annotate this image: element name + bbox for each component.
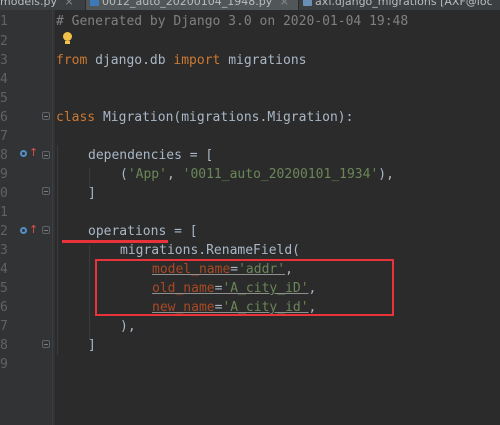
code-line-3: from django.db import migrations <box>56 53 307 68</box>
code-line-10: ] <box>88 186 96 201</box>
code-line-12: operations = [ <box>88 224 198 239</box>
code-line-17: ), <box>120 319 136 334</box>
indent-guide <box>57 145 58 355</box>
lightbulb-icon[interactable] <box>62 32 73 46</box>
annotation-highlight-box <box>95 259 394 316</box>
code-line-1: # Generated by Django 3.0 on 2020-01-04 … <box>56 14 409 29</box>
code-line-9: ('App', '0011_auto_20200101_1934'), <box>120 167 394 182</box>
code-editor[interactable]: # Generated by Django 3.0 on 2020-01-04 … <box>0 0 500 425</box>
code-line-18: ] <box>88 338 96 353</box>
code-line-13: migrations.RenameField( <box>120 243 301 258</box>
indent-guide <box>89 245 90 340</box>
annotation-underline <box>62 240 168 243</box>
code-line-8: dependencies = [ <box>88 148 214 163</box>
indent-guide <box>89 168 90 188</box>
code-line-6: class Migration(migrations.Migration): <box>56 110 354 125</box>
